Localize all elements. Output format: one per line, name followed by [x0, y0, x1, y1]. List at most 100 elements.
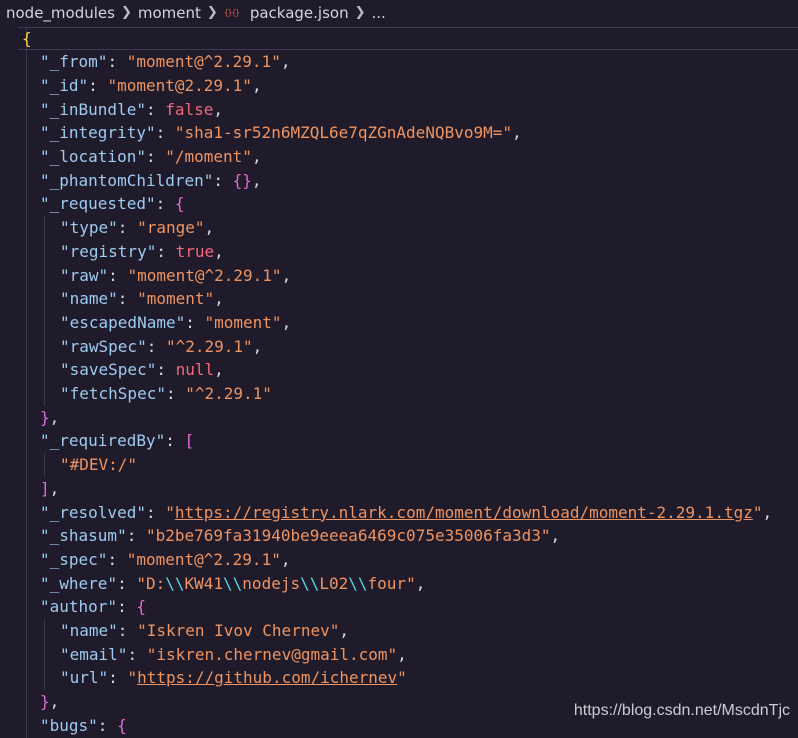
code-line[interactable]: "_integrity": "sha1-sr52n6MZQL6e7qZGnAde… — [0, 121, 798, 145]
code-line[interactable]: "fetchSpec": "^2.29.1" — [0, 382, 798, 406]
code-line[interactable]: { — [0, 26, 798, 51]
code-token: : — [155, 123, 175, 143]
code-token: "name" — [60, 289, 118, 309]
code-token: "_requiredBy" — [40, 431, 166, 451]
code-line[interactable]: "name": "Iskren Ivov Chernev", — [0, 619, 798, 643]
code-token: [ — [184, 431, 195, 451]
code-line[interactable]: "name": "moment", — [0, 287, 798, 311]
code-token: : — [107, 52, 127, 72]
code-line[interactable]: "_shasum": "b2be769fa31940be9eeea6469c07… — [0, 524, 798, 548]
code-token: , — [204, 218, 215, 238]
code-token: "author" — [40, 597, 118, 617]
code-token: "_inBundle" — [40, 99, 146, 119]
watermark: https://blog.csdn.net/MscdnTjc — [573, 702, 790, 719]
code-line[interactable]: "_resolved": "https://registry.nlark.com… — [0, 501, 798, 525]
code-token[interactable]: https://registry.nlark.com/moment/downlo… — [175, 503, 753, 522]
code-line[interactable]: "_location": "/moment", — [0, 145, 798, 169]
code-token: { — [136, 597, 146, 617]
code-token: " — [127, 668, 138, 688]
code-line[interactable]: "_requested": { — [0, 192, 798, 216]
code-line[interactable]: "_inBundle": false, — [0, 98, 798, 122]
code-line[interactable]: "#DEV:/" — [0, 453, 798, 477]
code-token: , — [49, 478, 60, 498]
code-token: , — [251, 147, 262, 166]
code-editor[interactable]: {"_from": "moment@^2.29.1", "_id": "momen… — [0, 25, 798, 738]
code-token: \\ — [165, 573, 185, 593]
code-line[interactable]: "author": { — [0, 595, 798, 619]
code-line[interactable]: "_requiredBy": [ — [0, 429, 798, 453]
code-line[interactable]: ], — [0, 477, 798, 501]
code-token: "iskren.chernev@gmail.com" — [146, 644, 398, 664]
code-token: { — [22, 28, 32, 48]
code-token: " — [165, 502, 175, 522]
code-token: "#DEV:/" — [60, 455, 138, 475]
code-token: : — [165, 431, 185, 451]
code-token: : — [117, 573, 137, 593]
code-token: , — [49, 692, 60, 712]
code-token: , — [214, 241, 224, 261]
code-token: ] — [40, 478, 50, 498]
code-token: , — [762, 502, 773, 522]
code-token: "name" — [60, 621, 118, 640]
code-line[interactable]: "escapedName": "moment", — [0, 311, 798, 335]
code-line[interactable]: "type": "range", — [0, 216, 798, 240]
code-token: } — [40, 692, 50, 712]
code-line[interactable]: "registry": true, — [0, 240, 798, 264]
code-token: "_resolved" — [40, 502, 146, 522]
breadcrumb: node_modules ❯ moment ❯ {}{} package.jso… — [0, 0, 798, 25]
code-token: "b2be769fa31940be9eeea6469c075e35006fa3d… — [145, 526, 551, 546]
breadcrumb-item-moment[interactable]: moment — [138, 4, 201, 22]
code-token: , — [252, 336, 263, 356]
chevron-right-icon: ❯ — [206, 5, 218, 20]
code-token: "url" — [60, 668, 109, 688]
code-token: { — [117, 715, 127, 735]
code-token: "_from" — [40, 52, 108, 72]
code-token: , — [251, 170, 262, 190]
code-token: : — [156, 241, 176, 261]
code-token: "saveSpec" — [60, 360, 157, 380]
code-line[interactable]: }, — [0, 406, 798, 430]
code-token: : — [117, 218, 138, 238]
code-token: , — [49, 407, 60, 427]
code-line[interactable]: "_where": "D:\\KW41\\nodejs\\L02\\four", — [0, 572, 798, 596]
code-token: "_integrity" — [40, 123, 156, 143]
code-token: "moment" — [204, 312, 282, 332]
code-token: four" — [367, 573, 416, 593]
code-line[interactable]: "url": "https://github.com/ichernev" — [0, 666, 798, 690]
code-token: : — [145, 147, 166, 166]
code-line[interactable]: "_spec": "moment@^2.29.1", — [0, 548, 798, 572]
code-token: "type" — [60, 218, 118, 238]
code-token: "range" — [137, 218, 205, 238]
code-token: : — [117, 597, 137, 617]
code-line[interactable]: "_id": "moment@2.29.1", — [0, 74, 798, 98]
code-token: , — [339, 621, 349, 640]
code-line[interactable]: "saveSpec": null, — [0, 358, 798, 382]
code-token: {} — [232, 170, 252, 190]
code-token: L02 — [319, 573, 349, 593]
code-token[interactable]: https://github.com/ichernev — [137, 668, 397, 687]
code-token: , — [281, 265, 292, 285]
code-token: "_location" — [40, 147, 146, 166]
code-token: } — [40, 407, 50, 427]
code-line[interactable]: "_from": "moment@^2.29.1", — [0, 50, 798, 74]
code-token: "_where" — [40, 573, 118, 593]
code-token: : — [146, 336, 166, 356]
code-token: : — [145, 502, 166, 522]
breadcrumb-item-node-modules[interactable]: node_modules — [6, 4, 115, 22]
code-line[interactable]: "_phantomChildren": {}, — [0, 169, 798, 193]
code-token: "D: — [136, 573, 166, 593]
code-token: , — [214, 289, 224, 309]
code-line[interactable]: "raw": "moment@^2.29.1", — [0, 264, 798, 288]
breadcrumb-item-more[interactable]: ... — [371, 4, 385, 22]
json-file-icon: {}{} — [223, 7, 240, 17]
code-token: "moment@2.29.1" — [107, 75, 252, 95]
code-line[interactable]: "rawSpec": "^2.29.1", — [0, 335, 798, 359]
code-token: "^2.29.1" — [165, 336, 253, 356]
code-line[interactable]: "email": "iskren.chernev@gmail.com", — [0, 643, 798, 667]
code-token: , — [280, 549, 291, 569]
code-token: : — [97, 715, 118, 735]
code-token: "^2.29.1" — [185, 384, 272, 403]
breadcrumb-item-package-json[interactable]: package.json — [250, 4, 349, 22]
code-token: "_phantomChildren" — [40, 170, 214, 190]
code-token: "_requested" — [40, 194, 156, 214]
